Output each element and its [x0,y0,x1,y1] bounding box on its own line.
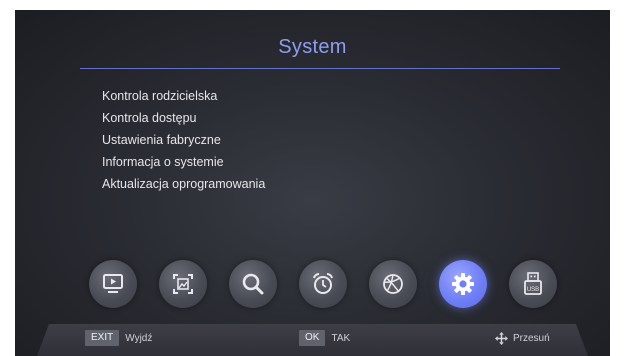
tv-screen: System Kontrola rodzicielska Kontrola do… [15,10,610,356]
category-icon-bar: USB [89,260,559,310]
ball-icon [383,274,403,294]
menu-item-access-control[interactable]: Kontrola dostępu [102,107,265,129]
settings-button[interactable] [439,260,487,308]
menu-item-system-info[interactable]: Informacja o systemie [102,151,265,173]
system-menu: Kontrola rodzicielska Kontrola dostępu U… [102,85,265,195]
ball-button[interactable] [369,260,417,308]
exit-hint[interactable]: EXIT Wyjdź [85,330,152,346]
help-bar: EXIT Wyjdź OK TAK Przesuń [37,324,588,356]
exit-key: EXIT [85,330,119,346]
svg-text:USB: USB [527,287,539,293]
alarm-clock-icon [313,273,333,294]
search-button[interactable] [229,260,277,308]
page-title: System [278,36,347,58]
usb-icon: USB [524,272,542,295]
move-hint: Przesuń [495,330,550,346]
media-player-icon [103,274,123,293]
menu-item-software-update[interactable]: Aktualizacja oprogramowania [102,173,265,195]
move-label: Przesuń [513,332,550,344]
title-divider [80,68,560,69]
picture-button[interactable] [159,260,207,308]
move-arrows-icon [495,332,508,345]
menu-item-parental-control[interactable]: Kontrola rodzicielska [102,85,265,107]
exit-label: Wyjdź [125,332,153,344]
alarm-clock-button[interactable] [299,260,347,308]
search-icon [242,273,264,295]
menu-item-factory-settings[interactable]: Ustawienia fabryczne [102,129,265,151]
picture-icon [173,274,193,294]
gear-icon [452,273,474,295]
media-player-button[interactable] [89,260,137,308]
ok-key: OK [299,330,325,346]
ok-label: TAK [331,332,351,344]
ok-hint[interactable]: OK TAK [299,330,350,346]
usb-button[interactable]: USB [509,260,557,308]
